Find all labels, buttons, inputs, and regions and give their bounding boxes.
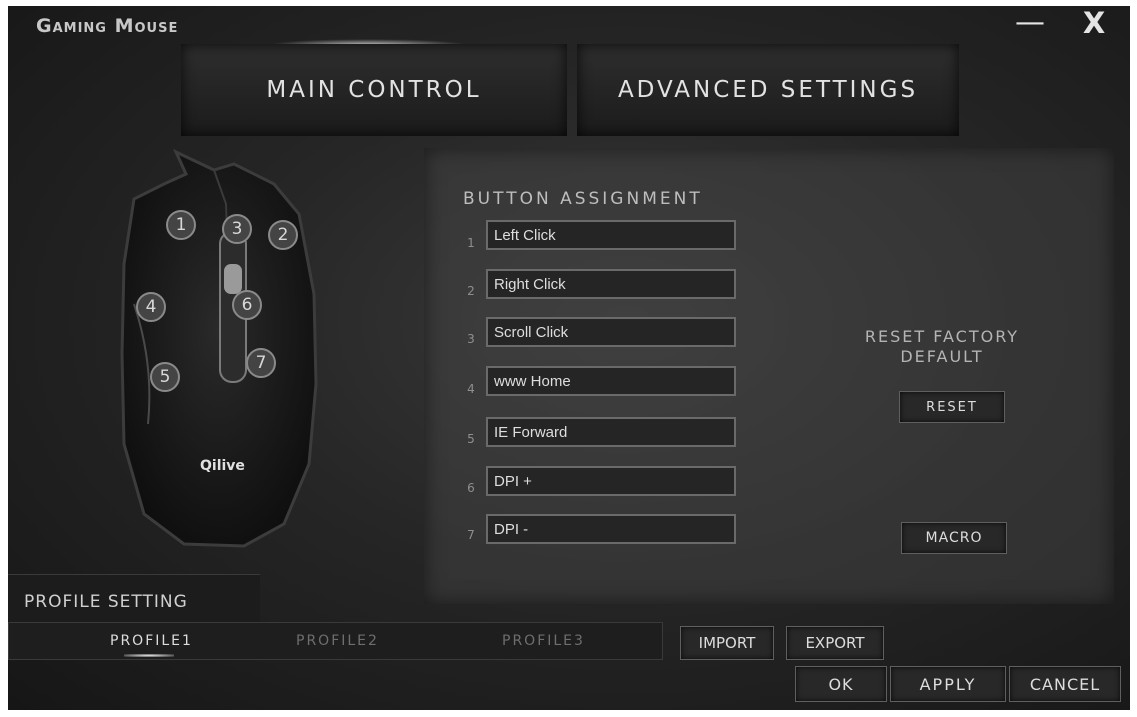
cancel-button[interactable]: CANCEL: [1009, 666, 1121, 702]
assignment-field-2[interactable]: Right Click: [486, 269, 736, 299]
marker-5: 5: [150, 362, 180, 392]
assignment-field-7[interactable]: DPI -: [486, 514, 736, 544]
brand-logo: Qilive: [200, 458, 245, 474]
reset-button[interactable]: RESET: [899, 391, 1005, 423]
tab-advanced-settings[interactable]: ADVANCED SETTINGS: [577, 44, 959, 136]
marker-4: 4: [136, 292, 166, 322]
row-number-1: 1: [467, 236, 475, 250]
active-profile-indicator: [124, 654, 174, 657]
assignment-field-5[interactable]: IE Forward: [486, 417, 736, 447]
minimize-button[interactable]: —: [1010, 8, 1050, 38]
profile-3[interactable]: PROFILE3: [502, 633, 585, 649]
tab-main-control[interactable]: MAIN CONTROL: [181, 44, 567, 136]
reset-label-line1: RESET FACTORY: [864, 327, 1020, 346]
assignment-field-1[interactable]: Left Click: [486, 220, 736, 250]
mouse-illustration: 1 2 3 4 5 6 7 Qilive: [94, 144, 334, 564]
row-number-5: 5: [467, 432, 475, 446]
export-button[interactable]: EXPORT: [786, 626, 884, 660]
assignment-field-3[interactable]: Scroll Click: [486, 317, 736, 347]
import-button[interactable]: IMPORT: [680, 626, 774, 660]
mouse-body-icon: [120, 148, 318, 548]
tab-main-control-label: MAIN CONTROL: [266, 77, 482, 103]
profile-1[interactable]: PROFILE1: [110, 633, 193, 649]
button-assignment-title: BUTTON ASSIGNMENT: [463, 189, 703, 209]
assignment-field-6[interactable]: DPI +: [486, 466, 736, 496]
reset-label-line2: DEFAULT: [900, 347, 984, 366]
close-icon: X: [1082, 6, 1106, 40]
row-number-6: 6: [467, 481, 475, 495]
row-number-4: 4: [467, 382, 475, 396]
apply-button[interactable]: APPLY: [890, 666, 1006, 702]
minimize-icon: —: [1015, 6, 1045, 40]
marker-1: 1: [166, 210, 196, 240]
tab-advanced-settings-label: ADVANCED SETTINGS: [617, 77, 919, 103]
close-button[interactable]: X: [1074, 8, 1114, 38]
row-number-3: 3: [467, 332, 475, 346]
profile-2[interactable]: PROFILE2: [296, 633, 379, 649]
assignment-field-4[interactable]: www Home: [486, 366, 736, 396]
row-number-2: 2: [467, 284, 475, 298]
reset-factory-label: RESET FACTORY DEFAULT: [836, 327, 1048, 367]
macro-button[interactable]: MACRO: [901, 522, 1007, 554]
app-window: Gaming Mouse — X MAIN CONTROL ADVANCED S…: [8, 6, 1130, 710]
app-title: Gaming Mouse: [36, 15, 179, 37]
marker-6: 6: [232, 290, 262, 320]
marker-7: 7: [246, 348, 276, 378]
marker-3: 3: [222, 214, 252, 244]
row-number-7: 7: [467, 528, 475, 542]
profile-setting-title: PROFILE SETTING: [24, 592, 188, 612]
marker-2: 2: [268, 220, 298, 250]
title-bar: Gaming Mouse — X: [8, 6, 1130, 46]
ok-button[interactable]: OK: [795, 666, 887, 702]
